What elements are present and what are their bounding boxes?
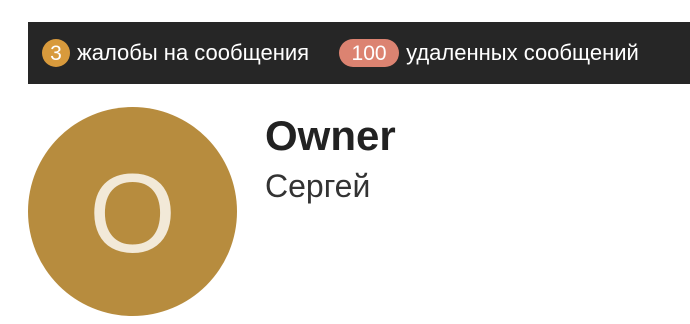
deleted-count-badge: 100 xyxy=(339,39,400,67)
deleted-label: удаленных сообщений xyxy=(406,40,639,65)
moderation-stats-bar: 3 жалобы на сообщения 100 удаленных сооб… xyxy=(28,22,690,84)
user-info: Owner Сергей xyxy=(265,112,396,206)
user-name: Сергей xyxy=(265,168,371,204)
reports-label: жалобы на сообщения xyxy=(77,40,310,65)
user-role: Owner xyxy=(265,112,396,159)
avatar: O xyxy=(28,107,237,316)
profile-page: 3 жалобы на сообщения 100 удаленных сооб… xyxy=(0,0,690,324)
reports-count-badge: 3 xyxy=(42,39,70,67)
deleted-stat-link[interactable]: 100 удаленных сообщений xyxy=(339,39,639,67)
avatar-initial: O xyxy=(88,150,177,276)
reports-stat-link[interactable]: 3 жалобы на сообщения xyxy=(42,39,309,67)
